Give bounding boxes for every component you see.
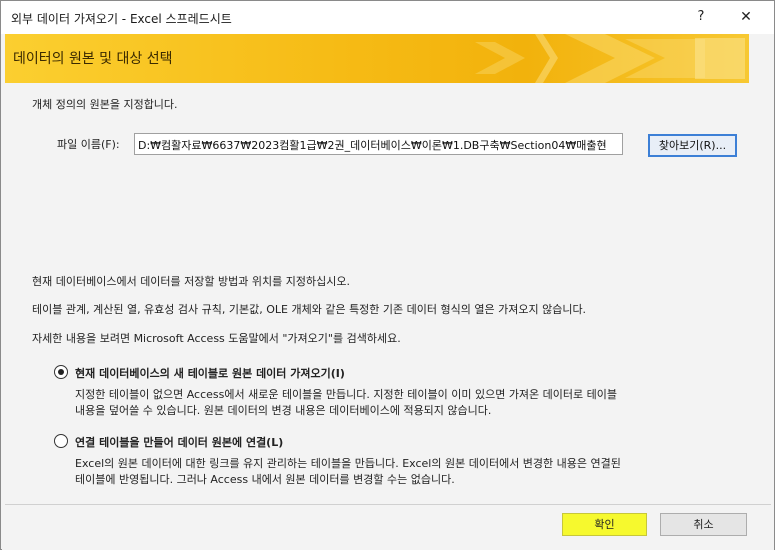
dialog-footer [2, 505, 774, 550]
browse-button[interactable]: 찾아보기(R)... [648, 134, 737, 157]
import-dialog: 외부 데이터 가져오기 - Excel 스프레드시트 ? ✕ 데이터의 원본 및… [0, 0, 775, 550]
import-new-table-desc-2: 내용을 덮어쓸 수 있습니다. 원본 데이터의 변경 내용은 데이터베이스에 적… [75, 404, 492, 417]
info-text-storage: 현재 데이터베이스에서 데이터를 저장할 방법과 위치를 지정하십시오. [32, 275, 350, 288]
link-table-desc-1: Excel의 원본 데이터에 대한 링크를 유지 관리하는 테이블을 만듭니다.… [75, 457, 621, 470]
link-table-desc-2: 테이블에 반영됩니다. 그러나 Access 내에서 원본 데이터를 변경할 수… [75, 473, 455, 486]
window-title: 외부 데이터 가져오기 - Excel 스프레드시트 [11, 12, 232, 26]
file-name-input[interactable]: D:₩컴활자료₩6637₩2023컴활1급₩2권_데이터베이스₩이론₩1.DB구… [134, 133, 623, 155]
page-title: 데이터의 원본 및 대상 선택 [13, 51, 173, 67]
info-text-formats: 테이블 관계, 계산된 열, 유효성 검사 규칙, 기본값, OLE 개체와 같… [32, 303, 587, 316]
info-text-help: 자세한 내용을 보려면 Microsoft Access 도움말에서 "가져오기… [32, 332, 401, 345]
help-icon[interactable]: ? [681, 4, 721, 30]
cancel-button[interactable]: 취소 [660, 513, 747, 536]
header-banner: 데이터의 원본 및 대상 선택 [5, 34, 749, 83]
import-new-table-radio[interactable] [54, 365, 68, 379]
ok-button[interactable]: 확인 [562, 513, 647, 536]
close-icon[interactable]: ✕ [726, 4, 766, 30]
import-new-table-label[interactable]: 현재 데이터베이스의 새 테이블로 원본 데이터 가져오기(I) [75, 365, 345, 381]
link-table-label[interactable]: 연결 테이블을 만들어 데이터 원본에 연결(L) [75, 434, 283, 450]
file-name-label: 파일 이름(F): [57, 138, 120, 151]
title-bar: 외부 데이터 가져오기 - Excel 스프레드시트 ? ✕ [1, 1, 774, 34]
source-instruction: 개체 정의의 원본을 지정합니다. [32, 98, 178, 111]
link-table-radio[interactable] [54, 434, 68, 448]
import-new-table-desc-1: 지정한 테이블이 없으면 Access에서 새로운 테이블을 만듭니다. 지정한… [75, 388, 618, 401]
